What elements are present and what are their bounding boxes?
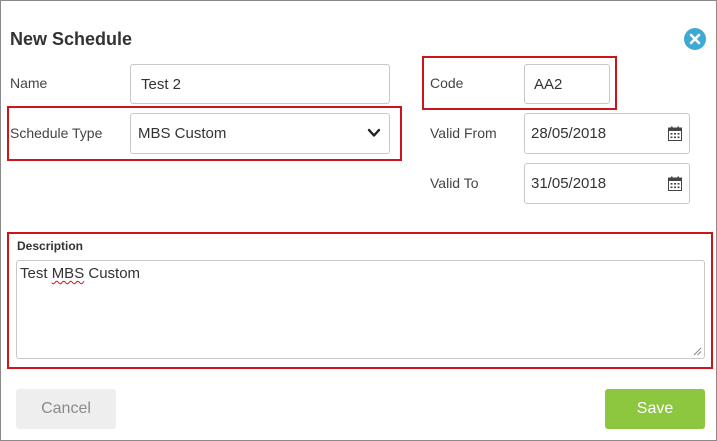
chevron-down-icon xyxy=(367,128,381,137)
description-textarea[interactable]: Test MBS Custom xyxy=(16,260,705,359)
resize-grip-icon[interactable] xyxy=(692,346,702,356)
valid-to-value: 31/05/2018 xyxy=(531,175,607,192)
valid-from-label: Valid From xyxy=(430,125,497,141)
code-label: Code xyxy=(430,75,464,91)
code-input[interactable] xyxy=(524,64,610,104)
dialog-title: New Schedule xyxy=(10,29,133,49)
new-schedule-dialog: New Schedule Name Code Schedule Type MBS… xyxy=(0,0,717,441)
schedule-type-select[interactable]: MBS Custom xyxy=(130,113,390,154)
valid-from-value: 28/05/2018 xyxy=(531,125,607,142)
close-button[interactable] xyxy=(684,28,706,50)
description-label: Description xyxy=(17,239,84,253)
name-label: Name xyxy=(10,75,48,91)
description-misspelled-word: MBS xyxy=(51,265,85,282)
calendar-icon[interactable] xyxy=(668,176,682,191)
description-text-part: Custom xyxy=(84,265,141,282)
valid-to-label: Valid To xyxy=(430,175,479,191)
valid-to-date-field[interactable]: 31/05/2018 xyxy=(524,163,690,204)
close-icon xyxy=(689,33,701,45)
calendar-icon[interactable] xyxy=(668,126,682,141)
schedule-type-label: Schedule Type xyxy=(10,125,103,141)
valid-from-date-field[interactable]: 28/05/2018 xyxy=(524,113,690,154)
description-text-part: Test xyxy=(20,265,52,282)
save-button[interactable]: Save xyxy=(605,389,705,429)
name-input[interactable] xyxy=(130,64,390,104)
schedule-type-value: MBS Custom xyxy=(138,125,227,142)
cancel-button[interactable]: Cancel xyxy=(16,389,116,429)
